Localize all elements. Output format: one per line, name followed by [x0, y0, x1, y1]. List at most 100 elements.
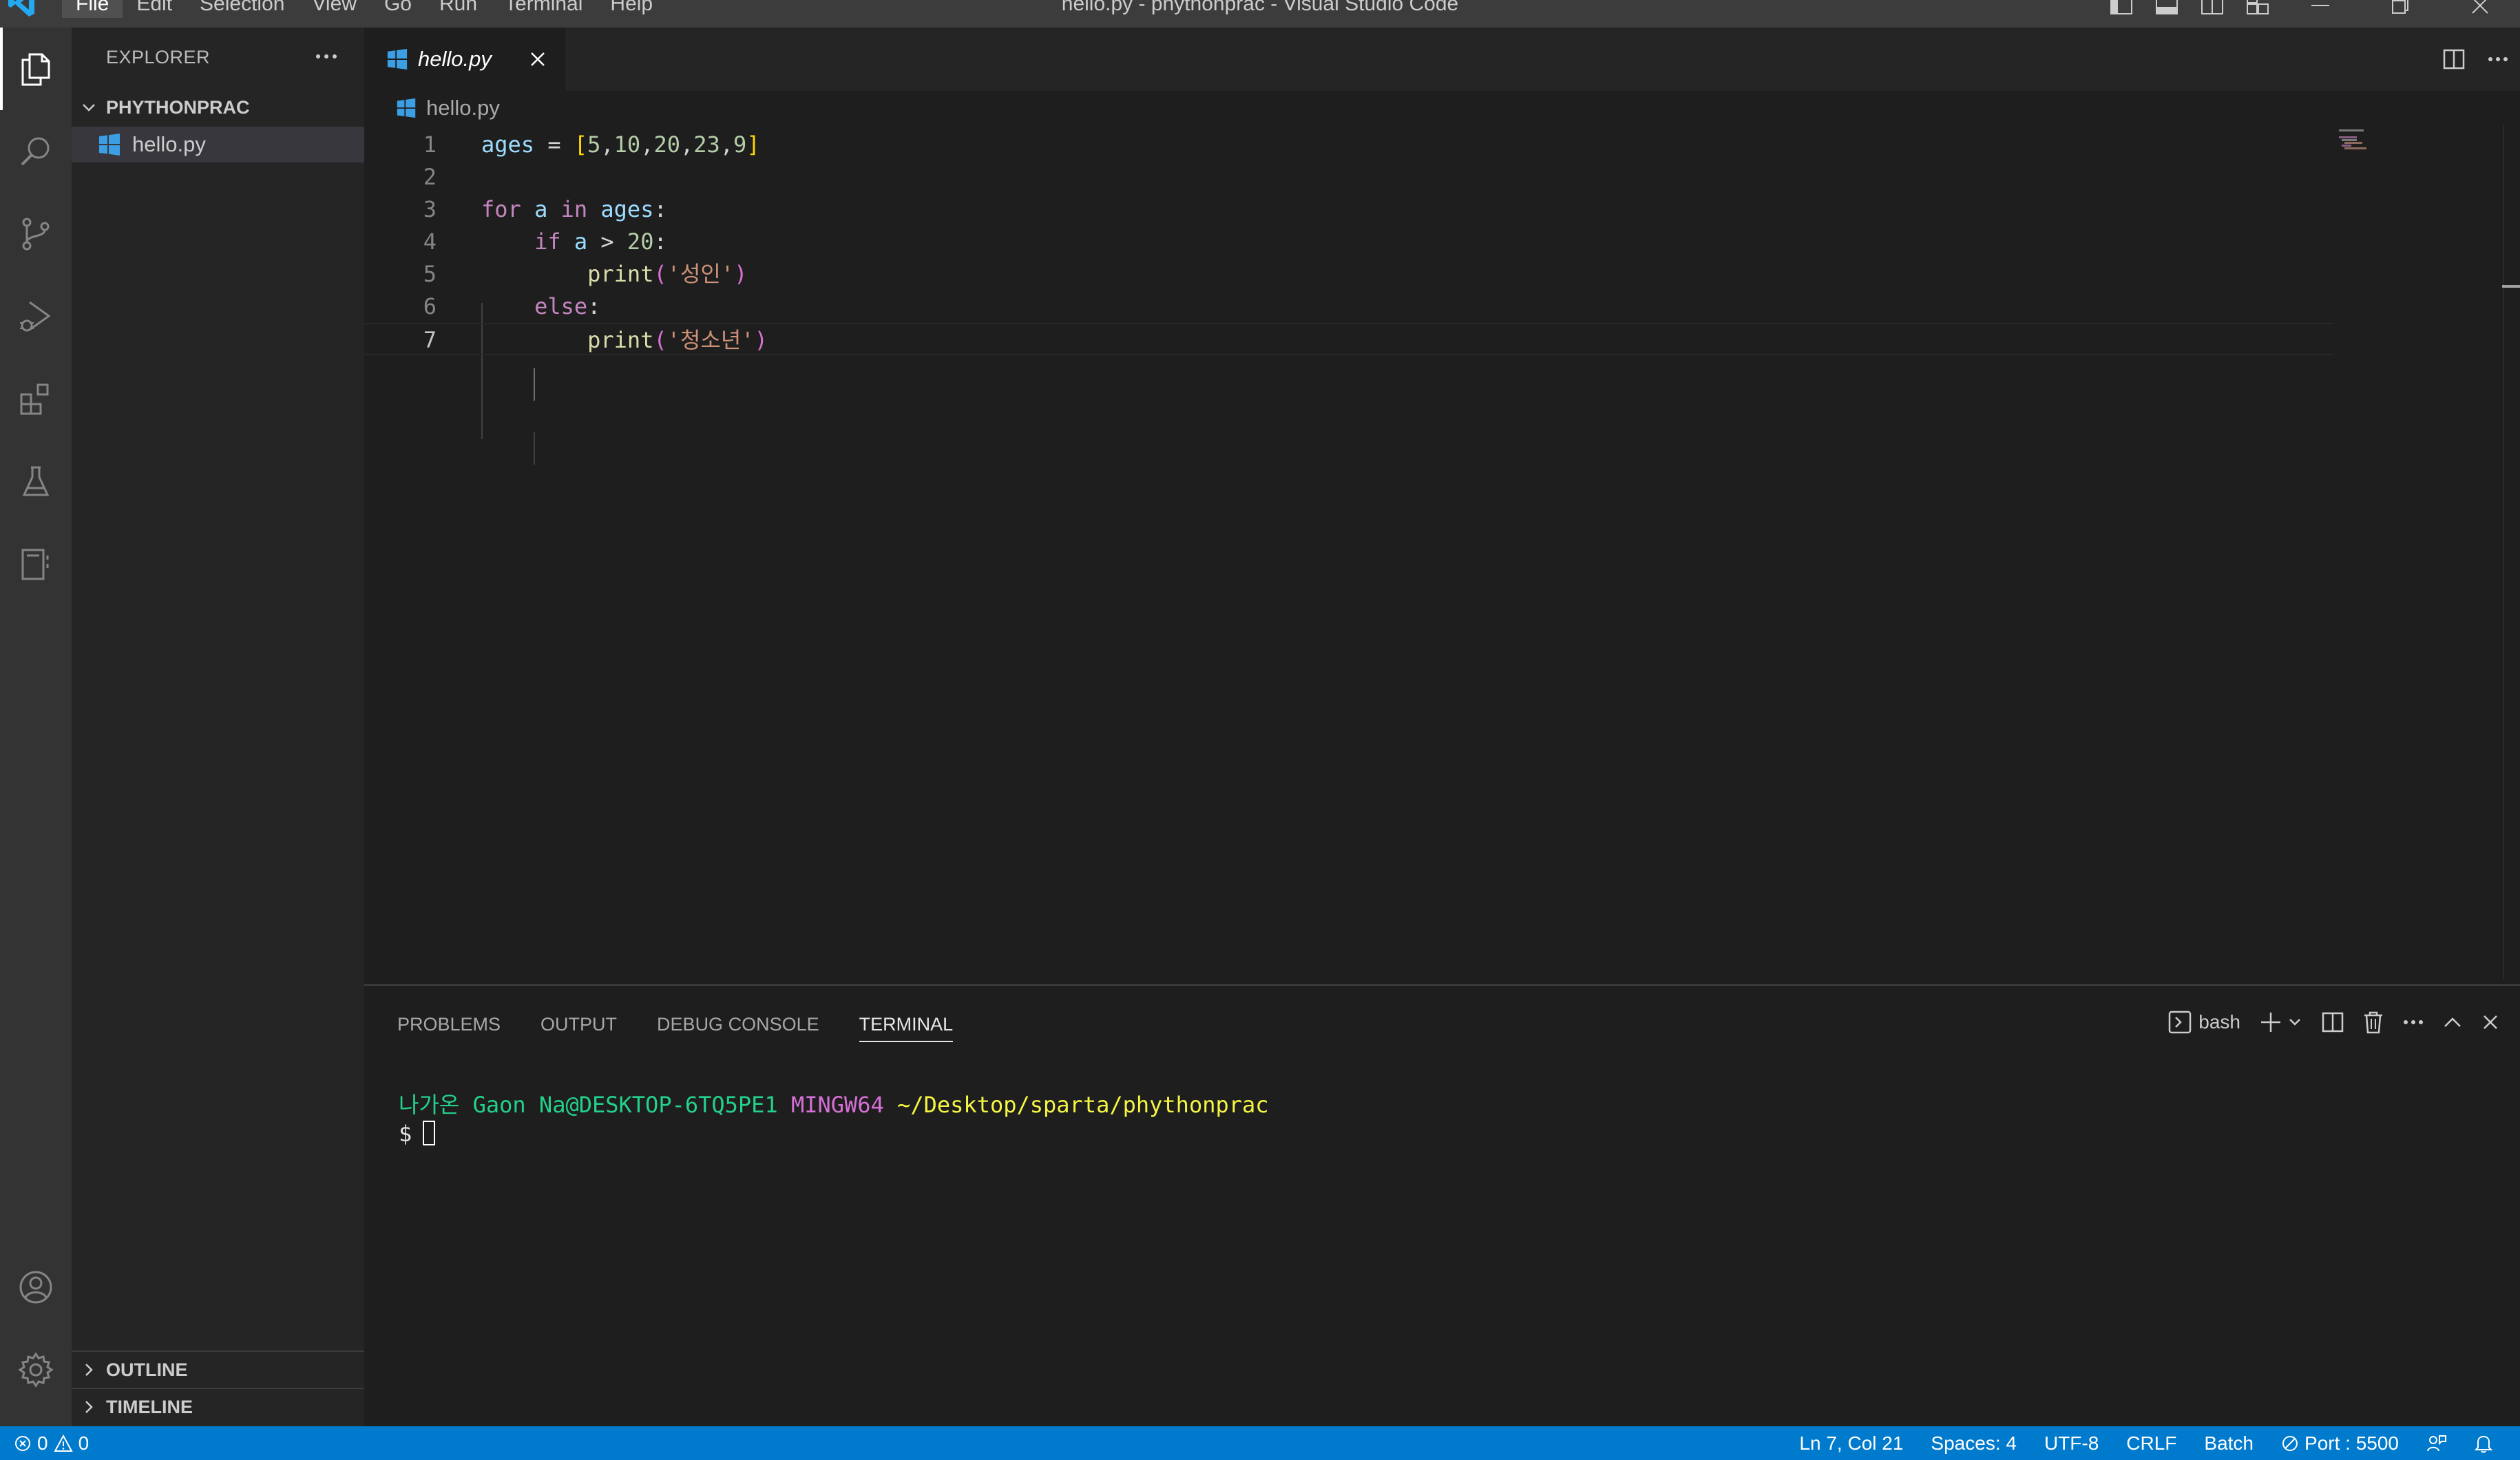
- maximize-panel-icon[interactable]: [2433, 1005, 2472, 1039]
- code-line[interactable]: 3 for a in ages:: [364, 193, 2333, 226]
- source-control-icon[interactable]: [0, 193, 72, 275]
- menu-go[interactable]: Go: [370, 0, 426, 18]
- close-panel-icon[interactable]: [2472, 1005, 2509, 1039]
- indentation[interactable]: Spaces: 4: [1917, 1432, 2030, 1454]
- tab-label: hello.py: [418, 47, 492, 71]
- code-token: else: [534, 293, 588, 319]
- error-count: 0: [37, 1432, 48, 1454]
- minimap[interactable]: [2338, 125, 2503, 979]
- chevron-down-icon[interactable]: [2287, 1015, 2302, 1030]
- search-icon[interactable]: [0, 110, 72, 193]
- code-token: 20: [627, 229, 654, 255]
- outline-section-header[interactable]: OUTLINE: [72, 1352, 364, 1388]
- menu-edit[interactable]: Edit: [123, 0, 186, 18]
- toggle-secondary-sidebar-icon[interactable]: [2190, 0, 2235, 19]
- outline-label: OUTLINE: [106, 1359, 188, 1380]
- run-and-debug-icon[interactable]: [0, 275, 72, 358]
- chevron-right-icon: [72, 1389, 106, 1425]
- code-line[interactable]: 6 else:: [364, 290, 2333, 323]
- code-token: ]: [746, 131, 760, 158]
- code-text: print('청소년'): [481, 324, 768, 357]
- code-line[interactable]: 7 print('청소년'): [364, 323, 2333, 355]
- code-token: ,: [680, 131, 694, 158]
- terminal-profile-button[interactable]: bash: [2159, 1005, 2250, 1039]
- language-mode[interactable]: Batch: [2190, 1432, 2267, 1454]
- tab-output[interactable]: OUTPUT: [540, 1006, 617, 1042]
- notifications-bell-icon[interactable]: [2461, 1434, 2506, 1453]
- feedback-icon[interactable]: [2413, 1434, 2461, 1453]
- more-actions-icon[interactable]: [2476, 44, 2520, 74]
- line-number: 3: [423, 196, 437, 222]
- timeline-section-header[interactable]: TIMELINE: [72, 1389, 364, 1425]
- explorer-icon[interactable]: [0, 28, 72, 110]
- menu-help[interactable]: Help: [596, 0, 666, 18]
- code-token: 9: [733, 131, 747, 158]
- live-server-port[interactable]: Port : 5500: [2267, 1432, 2413, 1454]
- restore-icon[interactable]: [2360, 0, 2440, 19]
- explorer-title: EXPLORER: [106, 47, 211, 67]
- toggle-primary-sidebar-icon[interactable]: [2099, 0, 2144, 19]
- terminal-profile-label: bash: [2198, 1011, 2240, 1033]
- explorer-sidebar: EXPLORER PHYTHONPRAC hello.py OUTLINE TI…: [72, 28, 364, 1426]
- menu-terminal[interactable]: Terminal: [491, 0, 596, 18]
- code-token: '청소년': [666, 327, 755, 353]
- menu-file[interactable]: File: [62, 0, 123, 18]
- breadcrumb-file: hello.py: [426, 96, 500, 120]
- line-number: 1: [423, 131, 437, 158]
- problems-status[interactable]: 0 0: [14, 1426, 89, 1460]
- menu-selection[interactable]: Selection: [186, 0, 298, 18]
- terminal-host: Gaon Na@DESKTOP-6TQ5PE1: [472, 1092, 778, 1118]
- timeline-label: TIMELINE: [106, 1396, 193, 1417]
- more-actions-icon[interactable]: [309, 41, 344, 72]
- code-line[interactable]: 1 ages = [5,10,20,23,9]: [364, 129, 2333, 161]
- code-token: if: [534, 229, 561, 255]
- accounts-icon[interactable]: [0, 1246, 72, 1329]
- close-window-icon[interactable]: [2440, 0, 2520, 19]
- indent-guide-active: [534, 368, 535, 401]
- end-of-line[interactable]: CRLF: [2112, 1432, 2190, 1454]
- port-label: Port : 5500: [2304, 1432, 2399, 1454]
- tab-hello-py[interactable]: hello.py: [364, 28, 565, 91]
- code-token: '성인': [666, 261, 735, 287]
- code-token: =: [534, 131, 574, 158]
- tab-terminal[interactable]: TERMINAL: [859, 1006, 953, 1042]
- cursor-position[interactable]: Ln 7, Col 21: [1785, 1432, 1917, 1454]
- menu-run[interactable]: Run: [426, 0, 491, 18]
- code-token: a: [574, 229, 588, 255]
- code-line[interactable]: 5 print('성인'): [364, 258, 2333, 290]
- close-tab-icon[interactable]: [523, 44, 553, 74]
- more-actions-icon[interactable]: [2393, 1005, 2433, 1039]
- vertical-scrollbar[interactable]: [2503, 125, 2520, 979]
- code-editor[interactable]: 1 ages = [5,10,20,23,9] 2 3 for a in ages: 4 …: [364, 125, 2333, 979]
- toggle-panel-icon[interactable]: [2144, 0, 2190, 19]
- file-name: hello.py: [132, 132, 206, 156]
- terminal-output[interactable]: 나가온 Gaon Na@DESKTOP-6TQ5PE1 MINGW64 ~/De…: [399, 1090, 1269, 1148]
- tab-debug-console[interactable]: DEBUG CONSOLE: [657, 1006, 819, 1042]
- testing-icon[interactable]: [0, 441, 72, 523]
- minimize-icon[interactable]: [2280, 0, 2360, 19]
- code-token: print: [587, 327, 654, 353]
- chevron-right-icon: [72, 1352, 106, 1388]
- code-line[interactable]: 4 if a > 20:: [364, 226, 2333, 258]
- encoding[interactable]: UTF-8: [2030, 1432, 2112, 1454]
- menu-view[interactable]: View: [298, 0, 370, 18]
- new-terminal-icon[interactable]: [2250, 1005, 2312, 1039]
- extensions-icon[interactable]: [0, 358, 72, 441]
- code-token: >: [587, 229, 627, 255]
- notebook-icon[interactable]: [0, 523, 72, 606]
- settings-gear-icon[interactable]: [0, 1329, 72, 1411]
- line-number: 7: [423, 327, 437, 353]
- customize-layout-icon[interactable]: [2235, 0, 2280, 19]
- code-token: ages: [600, 196, 654, 222]
- file-item-hello-py[interactable]: hello.py: [72, 127, 364, 162]
- vscode-logo-icon: [8, 0, 34, 17]
- breadcrumb[interactable]: hello.py: [364, 91, 500, 125]
- split-editor-icon[interactable]: [2432, 44, 2476, 74]
- trash-icon[interactable]: [2353, 1005, 2393, 1039]
- folder-section-header[interactable]: PHYTHONPRAC: [72, 89, 364, 125]
- split-terminal-icon[interactable]: [2312, 1005, 2353, 1039]
- code-line[interactable]: 2: [364, 161, 2333, 193]
- tab-problems[interactable]: PROBLEMS: [397, 1006, 501, 1042]
- warning-icon: [53, 1434, 73, 1452]
